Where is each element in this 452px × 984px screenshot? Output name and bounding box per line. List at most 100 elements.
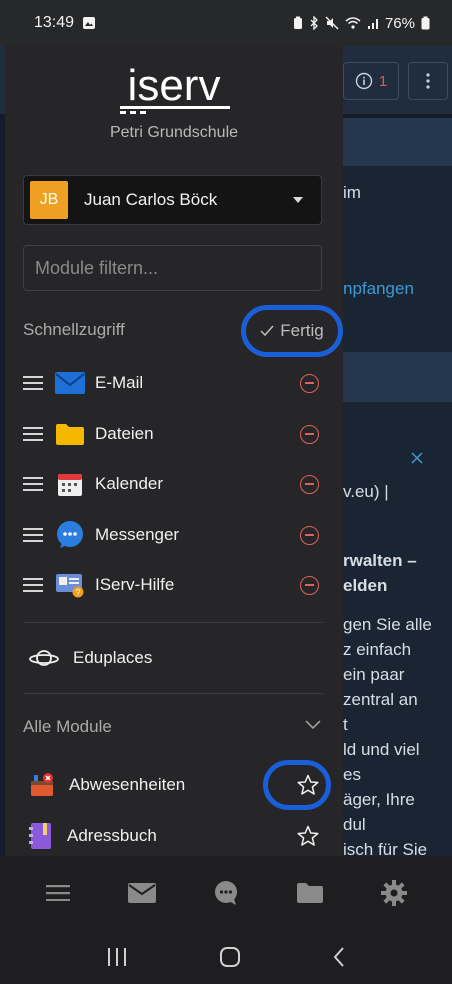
- address-book-icon: [29, 823, 51, 849]
- drag-handle-icon[interactable]: [23, 528, 43, 542]
- calendar-icon: [55, 469, 85, 499]
- school-name: Petri Grundschule: [109, 124, 239, 141]
- drag-handle-icon[interactable]: [23, 427, 43, 441]
- background-text: isch für Sie: [343, 840, 428, 856]
- background-text: im: [343, 183, 361, 202]
- bluetooth-icon: [310, 16, 318, 30]
- module-label: Abwesenheiten: [69, 775, 186, 794]
- info-button[interactable]: 1: [343, 62, 399, 100]
- nav-files-button[interactable]: [286, 869, 334, 917]
- iserv-logo: iserv: [5, 64, 343, 116]
- battery-saver-icon: [293, 16, 302, 29]
- quick-access-item-email[interactable]: E-Mail: [23, 363, 323, 403]
- svg-text:?: ?: [75, 588, 80, 598]
- module-item-address-book[interactable]: Adressbuch: [29, 816, 319, 856]
- bottom-navigation: [0, 856, 452, 930]
- battery-icon: [421, 16, 430, 30]
- more-button[interactable]: [408, 62, 448, 100]
- quick-access-item-files[interactable]: Dateien: [23, 414, 323, 454]
- background-text: ein paar: [343, 665, 405, 684]
- quick-access-label: Messenger: [95, 525, 180, 544]
- quick-access-heading: Schnellzugriff: [23, 320, 125, 339]
- nav-settings-button[interactable]: [370, 869, 418, 917]
- messenger-icon: [55, 520, 85, 550]
- system-navigation: [0, 930, 452, 984]
- more-vertical-icon: [426, 73, 430, 89]
- navigation-drawer: iserv Petri Grundschule JB Juan Carlos B…: [5, 46, 343, 856]
- status-time: 13:49: [34, 14, 75, 31]
- background-text: v.eu) |: [343, 482, 389, 501]
- star-icon[interactable]: [297, 825, 319, 847]
- menu-icon: [46, 885, 70, 901]
- remove-icon[interactable]: [300, 575, 319, 595]
- remove-icon[interactable]: [300, 474, 319, 494]
- module-label: Adressbuch: [67, 826, 157, 845]
- planet-icon: [29, 650, 59, 666]
- eduplaces-label: Eduplaces: [73, 648, 153, 667]
- quick-access-label: E-Mail: [95, 373, 144, 392]
- background-text: es: [343, 765, 361, 784]
- help-icon: ?: [55, 570, 85, 600]
- absence-icon: [31, 773, 53, 796]
- quick-access-label: IServ-Hilfe: [95, 575, 175, 594]
- module-filter-input[interactable]: [23, 245, 322, 291]
- background-link[interactable]: npfangen: [343, 276, 414, 301]
- signal-icon: [367, 19, 378, 29]
- divider: [23, 693, 323, 694]
- nav-mail-button[interactable]: [118, 869, 166, 917]
- battery-percent: 76%: [384, 14, 415, 32]
- background-text: z einfach: [343, 640, 412, 659]
- menu-button[interactable]: [34, 869, 82, 917]
- done-button[interactable]: Fertig: [241, 305, 343, 357]
- background-band: [330, 118, 452, 166]
- quick-access-label: Dateien: [95, 424, 154, 443]
- quick-access-item-messenger[interactable]: Messenger: [23, 515, 323, 555]
- wifi-icon: [345, 17, 361, 29]
- status-bar: 13:49 76%: [0, 0, 452, 46]
- checkmark-icon: [260, 325, 274, 337]
- mute-icon: [325, 16, 339, 30]
- background-text: elden: [343, 576, 388, 595]
- background-text: gen Sie alle: [343, 615, 432, 634]
- folder-icon: [55, 419, 85, 449]
- all-modules-heading: Alle Module: [23, 717, 112, 736]
- quick-access-item-calendar[interactable]: Kalender: [23, 464, 323, 504]
- logo-text: iserv: [128, 64, 221, 110]
- recent-apps-icon[interactable]: [107, 948, 127, 966]
- user-account-selector[interactable]: JB Juan Carlos Böck: [23, 175, 322, 225]
- background-band: [330, 352, 452, 402]
- nav-messenger-button[interactable]: [202, 869, 250, 917]
- drag-handle-icon[interactable]: [23, 578, 43, 592]
- background-text: rwalten –: [343, 551, 417, 570]
- gear-icon: [381, 880, 407, 906]
- divider: [23, 622, 323, 623]
- avatar: JB: [30, 181, 68, 219]
- chevron-down-icon[interactable]: [305, 720, 321, 730]
- background-text: dul: [343, 815, 366, 834]
- background-text: t: [343, 715, 348, 734]
- home-icon[interactable]: [219, 947, 240, 967]
- info-count: 1: [378, 72, 388, 90]
- folder-icon: [297, 883, 323, 903]
- background-text: zentral an: [343, 690, 418, 709]
- eduplaces-item[interactable]: Eduplaces: [29, 638, 319, 678]
- done-label: Fertig: [280, 321, 324, 340]
- quick-access-item-iserv-help[interactable]: ? IServ-Hilfe: [23, 565, 323, 605]
- background-text: ld und viel: [343, 740, 420, 759]
- drag-handle-icon[interactable]: [23, 376, 43, 390]
- remove-icon[interactable]: [300, 373, 319, 393]
- remove-icon[interactable]: [300, 525, 319, 545]
- back-icon[interactable]: [333, 947, 345, 967]
- caret-down-icon: [293, 197, 303, 203]
- close-icon[interactable]: [411, 452, 423, 464]
- mail-icon: [128, 883, 156, 903]
- drag-handle-icon[interactable]: [23, 477, 43, 491]
- info-icon: [355, 72, 373, 90]
- highlight-circle: [263, 760, 331, 810]
- mail-icon: [55, 368, 85, 398]
- gallery-icon: [83, 17, 96, 29]
- messenger-icon: [215, 881, 237, 905]
- background-text: äger, Ihre: [343, 790, 415, 809]
- remove-icon[interactable]: [300, 424, 319, 444]
- quick-access-label: Kalender: [95, 474, 164, 493]
